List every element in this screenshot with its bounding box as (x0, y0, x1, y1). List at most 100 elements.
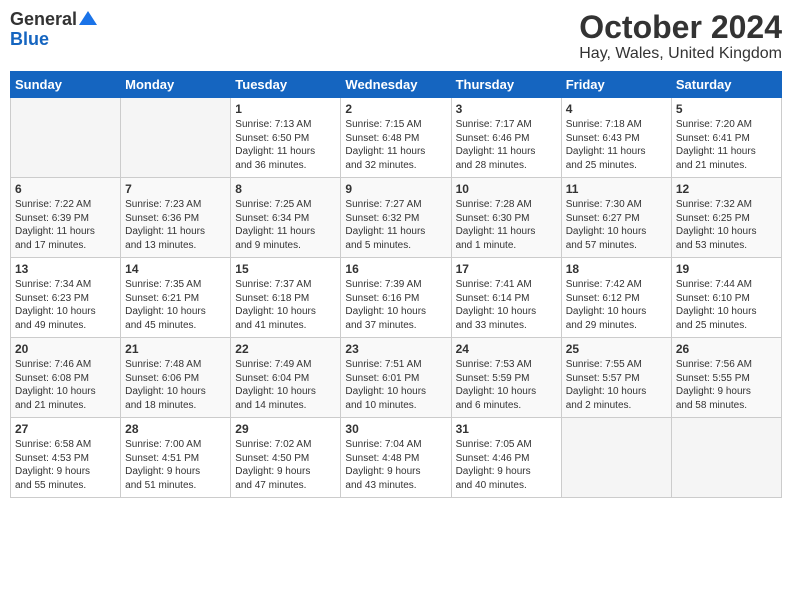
header-friday: Friday (561, 72, 671, 98)
day-number: 1 (235, 102, 336, 116)
day-cell: 27Sunrise: 6:58 AMSunset: 4:53 PMDayligh… (11, 418, 121, 498)
day-cell: 14 Sunrise: 7:35 AMSunset: 6:21 PMDayligh… (121, 258, 231, 338)
day-number: 27 (15, 422, 116, 436)
day-content: Sunrise: 7:39 AMSunset: 6:16 PMDaylight:… (345, 278, 446, 332)
day-cell: 16 Sunrise: 7:39 AMSunset: 6:16 PMDayligh… (341, 258, 451, 338)
week-row-5: 27Sunrise: 6:58 AMSunset: 4:53 PMDayligh… (11, 418, 782, 498)
day-number: 30 (345, 422, 446, 436)
day-cell: 11 Sunrise: 7:30 AMSunset: 6:27 PMDayligh… (561, 178, 671, 258)
day-cell: 22Sunrise: 7:49 AMSunset: 6:04 PMDayligh… (231, 338, 341, 418)
day-number: 22 (235, 342, 336, 356)
day-number: 8 (235, 182, 336, 196)
header-tuesday: Tuesday (231, 72, 341, 98)
day-content: Sunrise: 7:00 AMSunset: 4:51 PMDaylight:… (125, 438, 226, 492)
day-cell: 29 Sunrise: 7:02 AMSunset: 4:50 PMDayligh… (231, 418, 341, 498)
day-cell: 17 Sunrise: 7:41 AMSunset: 6:14 PMDayligh… (451, 258, 561, 338)
day-content: Sunrise: 7:46 AMSunset: 6:08 PMDaylight:… (15, 358, 116, 412)
day-content: Sunrise: 7:42 AMSunset: 6:12 PMDaylight:… (566, 278, 667, 332)
day-content: Sunrise: 7:27 AMSunset: 6:32 PMDaylight:… (345, 198, 446, 252)
day-cell: 19 Sunrise: 7:44 AMSunset: 6:10 PMDayligh… (671, 258, 781, 338)
day-cell: 8Sunrise: 7:25 AMSunset: 6:34 PMDaylight… (231, 178, 341, 258)
day-number: 16 (345, 262, 446, 276)
day-number: 7 (125, 182, 226, 196)
day-cell (11, 98, 121, 178)
day-content: Sunrise: 7:44 AMSunset: 6:10 PMDaylight:… (676, 278, 777, 332)
day-content: Sunrise: 7:56 AMSunset: 5:55 PMDaylight:… (676, 358, 777, 412)
day-content: Sunrise: 7:02 AMSunset: 4:50 PMDaylight:… (235, 438, 336, 492)
day-content: Sunrise: 7:22 AMSunset: 6:39 PMDaylight:… (15, 198, 116, 252)
day-cell: 4 Sunrise: 7:18 AMSunset: 6:43 PMDaylight… (561, 98, 671, 178)
day-cell: 31 Sunrise: 7:05 AMSunset: 4:46 PMDayligh… (451, 418, 561, 498)
day-number: 21 (125, 342, 226, 356)
day-number: 13 (15, 262, 116, 276)
day-number: 14 (125, 262, 226, 276)
day-number: 2 (345, 102, 446, 116)
day-content: Sunrise: 7:15 AMSunset: 6:48 PMDaylight:… (345, 118, 446, 172)
day-cell: 15Sunrise: 7:37 AMSunset: 6:18 PMDayligh… (231, 258, 341, 338)
day-cell (671, 418, 781, 498)
day-number: 11 (566, 182, 667, 196)
day-number: 23 (345, 342, 446, 356)
day-number: 29 (235, 422, 336, 436)
title-block: October 2024 Hay, Wales, United Kingdom (579, 10, 782, 63)
day-content: Sunrise: 7:55 AMSunset: 5:57 PMDaylight:… (566, 358, 667, 412)
day-content: Sunrise: 7:48 AMSunset: 6:06 PMDaylight:… (125, 358, 226, 412)
day-number: 28 (125, 422, 226, 436)
page-header: General Blue October 2024 Hay, Wales, Un… (10, 10, 782, 63)
day-content: Sunrise: 7:32 AMSunset: 6:25 PMDaylight:… (676, 198, 777, 252)
day-cell: 12 Sunrise: 7:32 AMSunset: 6:25 PMDayligh… (671, 178, 781, 258)
day-number: 24 (456, 342, 557, 356)
day-number: 4 (566, 102, 667, 116)
day-cell: 30 Sunrise: 7:04 AMSunset: 4:48 PMDayligh… (341, 418, 451, 498)
day-cell: 1 Sunrise: 7:13 AMSunset: 6:50 PMDaylight… (231, 98, 341, 178)
day-number: 18 (566, 262, 667, 276)
day-content: Sunrise: 7:35 AMSunset: 6:21 PMDaylight:… (125, 278, 226, 332)
day-content: Sunrise: 7:13 AMSunset: 6:50 PMDaylight:… (235, 118, 336, 172)
logo-blue-text: Blue (10, 29, 49, 49)
week-row-1: 1 Sunrise: 7:13 AMSunset: 6:50 PMDaylight… (11, 98, 782, 178)
day-content: Sunrise: 7:34 AMSunset: 6:23 PMDaylight:… (15, 278, 116, 332)
day-number: 6 (15, 182, 116, 196)
logo: General Blue (10, 10, 97, 50)
day-cell: 18 Sunrise: 7:42 AMSunset: 6:12 PMDayligh… (561, 258, 671, 338)
day-cell: 24 Sunrise: 7:53 AMSunset: 5:59 PMDayligh… (451, 338, 561, 418)
day-content: Sunrise: 7:05 AMSunset: 4:46 PMDaylight:… (456, 438, 557, 492)
day-cell (121, 98, 231, 178)
day-cell: 10Sunrise: 7:28 AMSunset: 6:30 PMDayligh… (451, 178, 561, 258)
day-number: 3 (456, 102, 557, 116)
day-cell: 25Sunrise: 7:55 AMSunset: 5:57 PMDayligh… (561, 338, 671, 418)
day-number: 26 (676, 342, 777, 356)
week-row-4: 20Sunrise: 7:46 AMSunset: 6:08 PMDayligh… (11, 338, 782, 418)
day-content: Sunrise: 7:28 AMSunset: 6:30 PMDaylight:… (456, 198, 557, 252)
day-cell: 5Sunrise: 7:20 AMSunset: 6:41 PMDaylight… (671, 98, 781, 178)
day-content: Sunrise: 7:23 AMSunset: 6:36 PMDaylight:… (125, 198, 226, 252)
day-number: 17 (456, 262, 557, 276)
day-number: 5 (676, 102, 777, 116)
header-thursday: Thursday (451, 72, 561, 98)
day-number: 9 (345, 182, 446, 196)
logo-general-text: General (10, 10, 77, 30)
day-cell: 3Sunrise: 7:17 AMSunset: 6:46 PMDaylight… (451, 98, 561, 178)
calendar-header-row: SundayMondayTuesdayWednesdayThursdayFrid… (11, 72, 782, 98)
day-cell: 28 Sunrise: 7:00 AMSunset: 4:51 PMDayligh… (121, 418, 231, 498)
day-content: Sunrise: 7:30 AMSunset: 6:27 PMDaylight:… (566, 198, 667, 252)
logo-icon (79, 9, 97, 27)
day-number: 12 (676, 182, 777, 196)
day-cell: 23 Sunrise: 7:51 AMSunset: 6:01 PMDayligh… (341, 338, 451, 418)
month-title: October 2024 (579, 10, 782, 45)
day-number: 31 (456, 422, 557, 436)
header-monday: Monday (121, 72, 231, 98)
day-content: Sunrise: 7:41 AMSunset: 6:14 PMDaylight:… (456, 278, 557, 332)
day-cell: 26 Sunrise: 7:56 AMSunset: 5:55 PMDayligh… (671, 338, 781, 418)
location-title: Hay, Wales, United Kingdom (579, 45, 782, 63)
day-cell: 13 Sunrise: 7:34 AMSunset: 6:23 PMDayligh… (11, 258, 121, 338)
day-number: 19 (676, 262, 777, 276)
day-content: Sunrise: 7:53 AMSunset: 5:59 PMDaylight:… (456, 358, 557, 412)
day-content: Sunrise: 7:04 AMSunset: 4:48 PMDaylight:… (345, 438, 446, 492)
week-row-2: 6 Sunrise: 7:22 AMSunset: 6:39 PMDaylight… (11, 178, 782, 258)
day-content: Sunrise: 7:51 AMSunset: 6:01 PMDaylight:… (345, 358, 446, 412)
header-saturday: Saturday (671, 72, 781, 98)
day-cell: 7 Sunrise: 7:23 AMSunset: 6:36 PMDaylight… (121, 178, 231, 258)
day-content: Sunrise: 7:18 AMSunset: 6:43 PMDaylight:… (566, 118, 667, 172)
header-wednesday: Wednesday (341, 72, 451, 98)
